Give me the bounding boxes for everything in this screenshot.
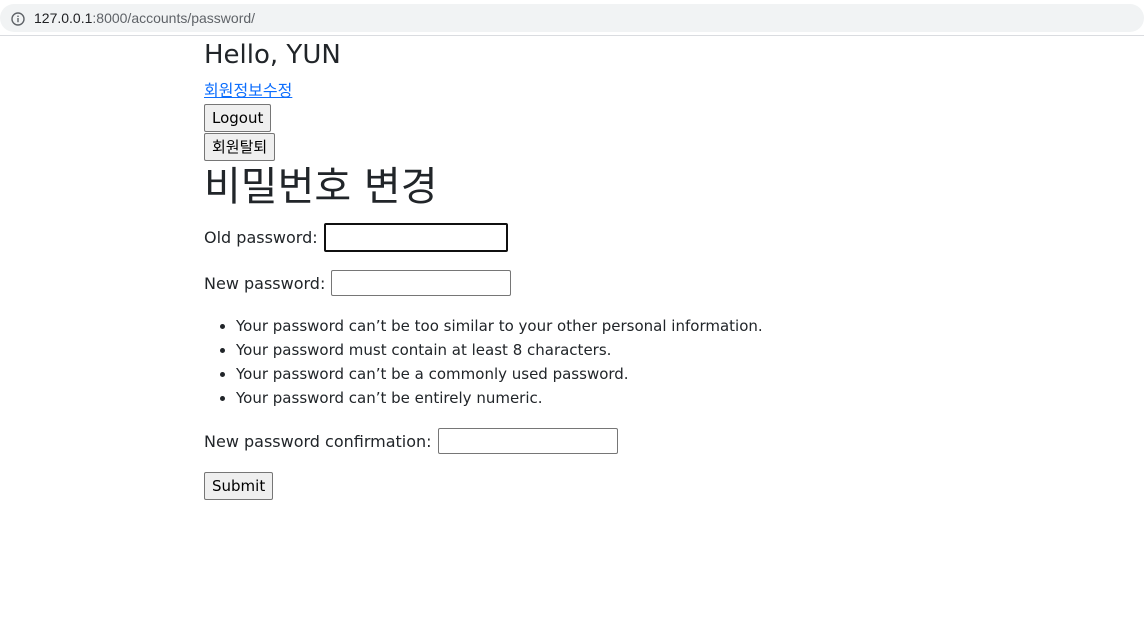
old-password-label: Old password: bbox=[204, 227, 318, 247]
help-text-item: Your password can’t be too similar to yo… bbox=[236, 314, 964, 338]
old-password-field[interactable] bbox=[323, 222, 508, 252]
confirm-password-label: New password confirmation: bbox=[204, 431, 432, 451]
browser-address-bar: 127.0.0.1:8000/accounts/password/ bbox=[0, 0, 1144, 36]
confirm-password-row: New password confirmation: bbox=[204, 426, 964, 456]
new-password-label: New password: bbox=[204, 273, 326, 293]
help-text-item: Your password can’t be a commonly used p… bbox=[236, 362, 964, 386]
url-path: :8000/accounts/password/ bbox=[92, 10, 256, 26]
url-host: 127.0.0.1 bbox=[34, 10, 93, 26]
greeting-heading: Hello, YUN bbox=[204, 40, 341, 70]
page-title: 비밀번호 변경 bbox=[204, 164, 438, 210]
help-text-item: Your password must contain at least 8 ch… bbox=[236, 338, 964, 362]
new-password-field[interactable] bbox=[331, 270, 512, 296]
submit-button[interactable]: Submit bbox=[204, 472, 274, 500]
password-help-list: Your password can’t be too similar to yo… bbox=[204, 314, 964, 410]
help-text-item: Your password can’t be entirely numeric. bbox=[236, 386, 964, 410]
withdraw-button[interactable]: 회원탈퇴 bbox=[204, 133, 276, 161]
edit-profile-link[interactable]: 회원정보수정 bbox=[204, 81, 292, 100]
old-password-row: Old password: bbox=[204, 222, 964, 252]
confirm-password-field[interactable] bbox=[437, 428, 618, 454]
url-text: 127.0.0.1:8000/accounts/password/ bbox=[34, 10, 255, 26]
new-password-row: New password: bbox=[204, 268, 964, 298]
page-content: Hello, YUN 회원정보수정 Logout 회원탈퇴 비밀번호 변경 Ol… bbox=[204, 37, 964, 500]
url-field[interactable]: 127.0.0.1:8000/accounts/password/ bbox=[0, 4, 1144, 32]
logout-button[interactable]: Logout bbox=[204, 104, 272, 132]
info-icon[interactable] bbox=[11, 11, 25, 26]
password-change-form: Old password: New password: Your passwor… bbox=[204, 222, 964, 500]
